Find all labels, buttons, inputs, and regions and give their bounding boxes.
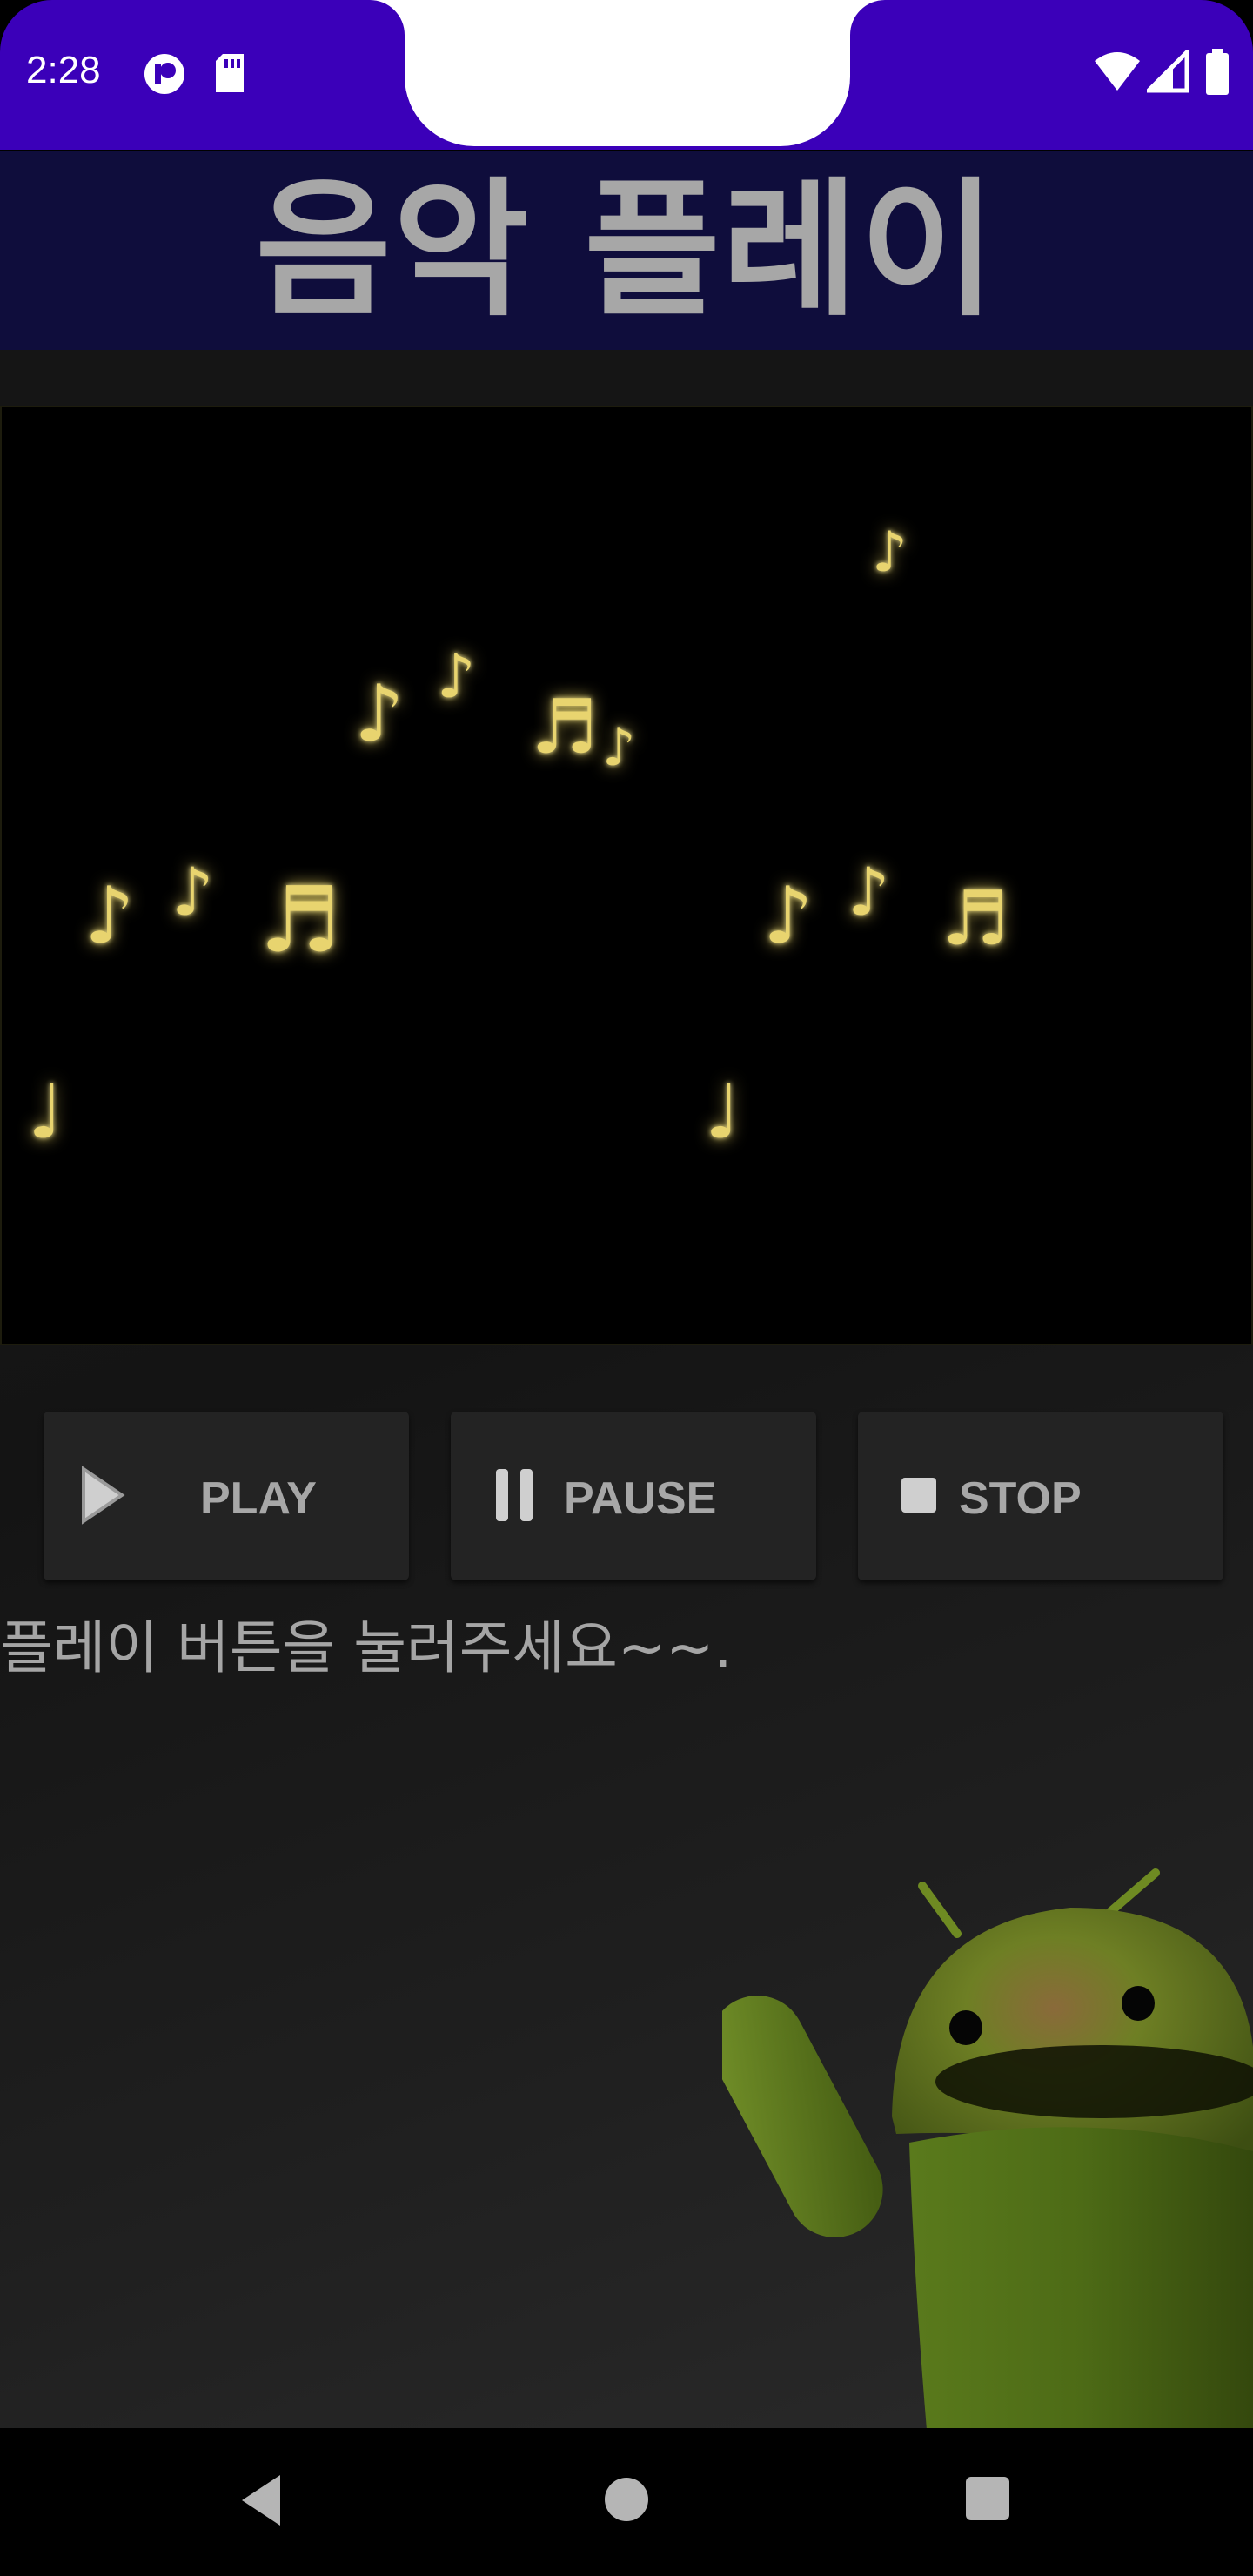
- music-note-icon: ♪: [872, 520, 908, 585]
- music-note-icon: ♪: [171, 853, 214, 930]
- status-bar: 2:28: [0, 0, 1253, 150]
- page-title: 음악 플레이: [255, 164, 998, 337]
- beamed-notes-icon: ♬: [531, 684, 599, 771]
- status-message: 플레이 버튼을 눌러주세요~~.: [0, 1614, 733, 1681]
- recents-icon[interactable]: [964, 2475, 1011, 2526]
- main-content: ♪ ♪ ♪ ♬ ♪ ♪ ♪ ♬ ♪ ♪ ♬ ♩ ♩ PLAY PAUSE STO…: [0, 350, 1253, 2430]
- stop-icon: [898, 1474, 940, 1527]
- pause-label: PAUSE: [564, 1473, 717, 1524]
- music-note-icon: ♪: [437, 641, 476, 712]
- back-icon[interactable]: [235, 2470, 287, 2534]
- navigation-bar: [0, 2428, 1253, 2576]
- android-mascot-image: [722, 1868, 1253, 2430]
- stop-button[interactable]: STOP: [858, 1412, 1223, 1580]
- play-button[interactable]: PLAY: [44, 1412, 409, 1580]
- app-title-bar: 음악 플레이: [0, 151, 1253, 350]
- signal-icon: [1142, 46, 1189, 97]
- status-time: 2:28: [26, 49, 101, 91]
- home-icon[interactable]: [602, 2475, 651, 2527]
- app-notification-icon: [143, 52, 186, 99]
- pause-icon: [491, 1466, 539, 1536]
- music-note-icon: ♪: [602, 717, 636, 778]
- beamed-notes-icon: ♬: [941, 875, 1009, 963]
- music-note-icon: ♪: [848, 853, 890, 930]
- display-notch: [405, 0, 850, 146]
- music-note-icon: ♪: [354, 668, 405, 760]
- beamed-notes-icon: ♬: [259, 867, 341, 973]
- stop-label: STOP: [959, 1473, 1082, 1524]
- header-divider: [0, 350, 1253, 406]
- sd-card-icon: [212, 52, 247, 99]
- quarter-note-icon: ♩: [28, 1069, 64, 1156]
- battery-icon: [1204, 49, 1230, 99]
- pause-button[interactable]: PAUSE: [451, 1412, 816, 1580]
- wifi-icon: [1093, 50, 1142, 97]
- music-note-icon: ♪: [763, 870, 814, 962]
- quarter-note-icon: ♩: [705, 1069, 740, 1156]
- video-view[interactable]: ♪ ♪ ♪ ♬ ♪ ♪ ♪ ♬ ♪ ♪ ♬ ♩ ♩: [0, 406, 1253, 1345]
- music-note-icon: ♪: [84, 870, 135, 962]
- play-label: PLAY: [200, 1473, 317, 1524]
- play-icon: [78, 1466, 127, 1536]
